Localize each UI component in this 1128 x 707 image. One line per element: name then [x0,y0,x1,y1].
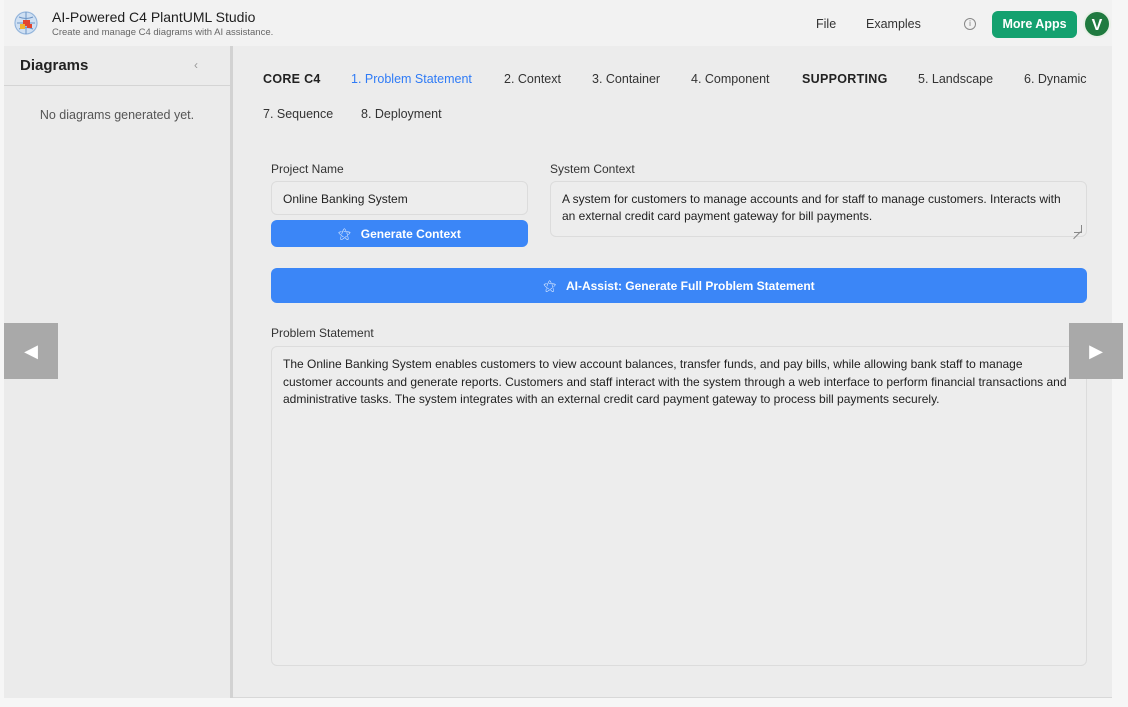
app-logo-icon [14,11,38,35]
sidebar-header: Diagrams ‹ [4,46,230,86]
user-avatar[interactable]: V [1083,10,1111,38]
sidebar-title: Diagrams [20,57,89,74]
problem-statement-textarea[interactable]: The Online Banking System enables custom… [271,346,1087,666]
project-name-input[interactable]: Online Banking System [271,181,528,215]
magic-wand-icon: ⚝ [543,278,556,293]
resize-grip-icon[interactable] [1074,225,1082,233]
sidebar-divider[interactable] [230,46,233,698]
tab-dynamic[interactable]: 6. Dynamic [1024,72,1087,86]
tab-deployment[interactable]: 8. Deployment [361,107,442,121]
menu-file[interactable]: File [816,17,836,31]
more-apps-button[interactable]: More Apps [992,11,1077,38]
app-title: AI-Powered C4 PlantUML Studio [52,9,256,25]
empty-diagrams-message: No diagrams generated yet. [39,108,195,122]
menu-examples[interactable]: Examples [866,17,921,31]
app-header: AI-Powered C4 PlantUML Studio Create and… [4,0,1112,46]
tab-container[interactable]: 3. Container [592,72,660,86]
diagram-tabs: CORE C4 1. Problem Statement 2. Context … [233,46,1112,136]
problem-statement-label: Problem Statement [271,326,374,340]
generate-context-button[interactable]: ⚝ Generate Context [271,220,528,247]
tab-group-core-c4: CORE C4 [263,72,321,86]
generate-full-problem-statement-label: AI-Assist: Generate Full Problem Stateme… [565,279,815,293]
generate-full-problem-statement-button[interactable]: ⚝ AI-Assist: Generate Full Problem Statem… [271,268,1087,303]
tab-sequence[interactable]: 7. Sequence [263,107,333,121]
system-context-text: A system for customers to manage account… [562,192,1061,223]
system-context-label: System Context [550,162,635,176]
generate-context-label: Generate Context [360,227,461,241]
magic-wand-icon: ⚝ [338,226,351,241]
tab-component[interactable]: 4. Component [691,72,770,86]
tab-group-supporting: SUPPORTING [802,72,888,86]
system-context-textarea[interactable]: A system for customers to manage account… [550,181,1087,237]
tab-context[interactable]: 2. Context [504,72,561,86]
tab-landscape[interactable]: 5. Landscape [918,72,993,86]
previous-arrow-button[interactable]: ◀ [4,323,58,379]
collapse-sidebar-icon[interactable]: ‹ [194,58,198,72]
app-subtitle: Create and manage C4 diagrams with AI as… [52,27,274,38]
project-name-label: Project Name [271,162,344,176]
app-window: AI-Powered C4 PlantUML Studio Create and… [4,0,1112,698]
tab-problem-statement[interactable]: 1. Problem Statement [351,72,472,86]
next-arrow-button[interactable]: ▶ [1069,323,1123,379]
info-icon[interactable]: i [964,18,976,30]
